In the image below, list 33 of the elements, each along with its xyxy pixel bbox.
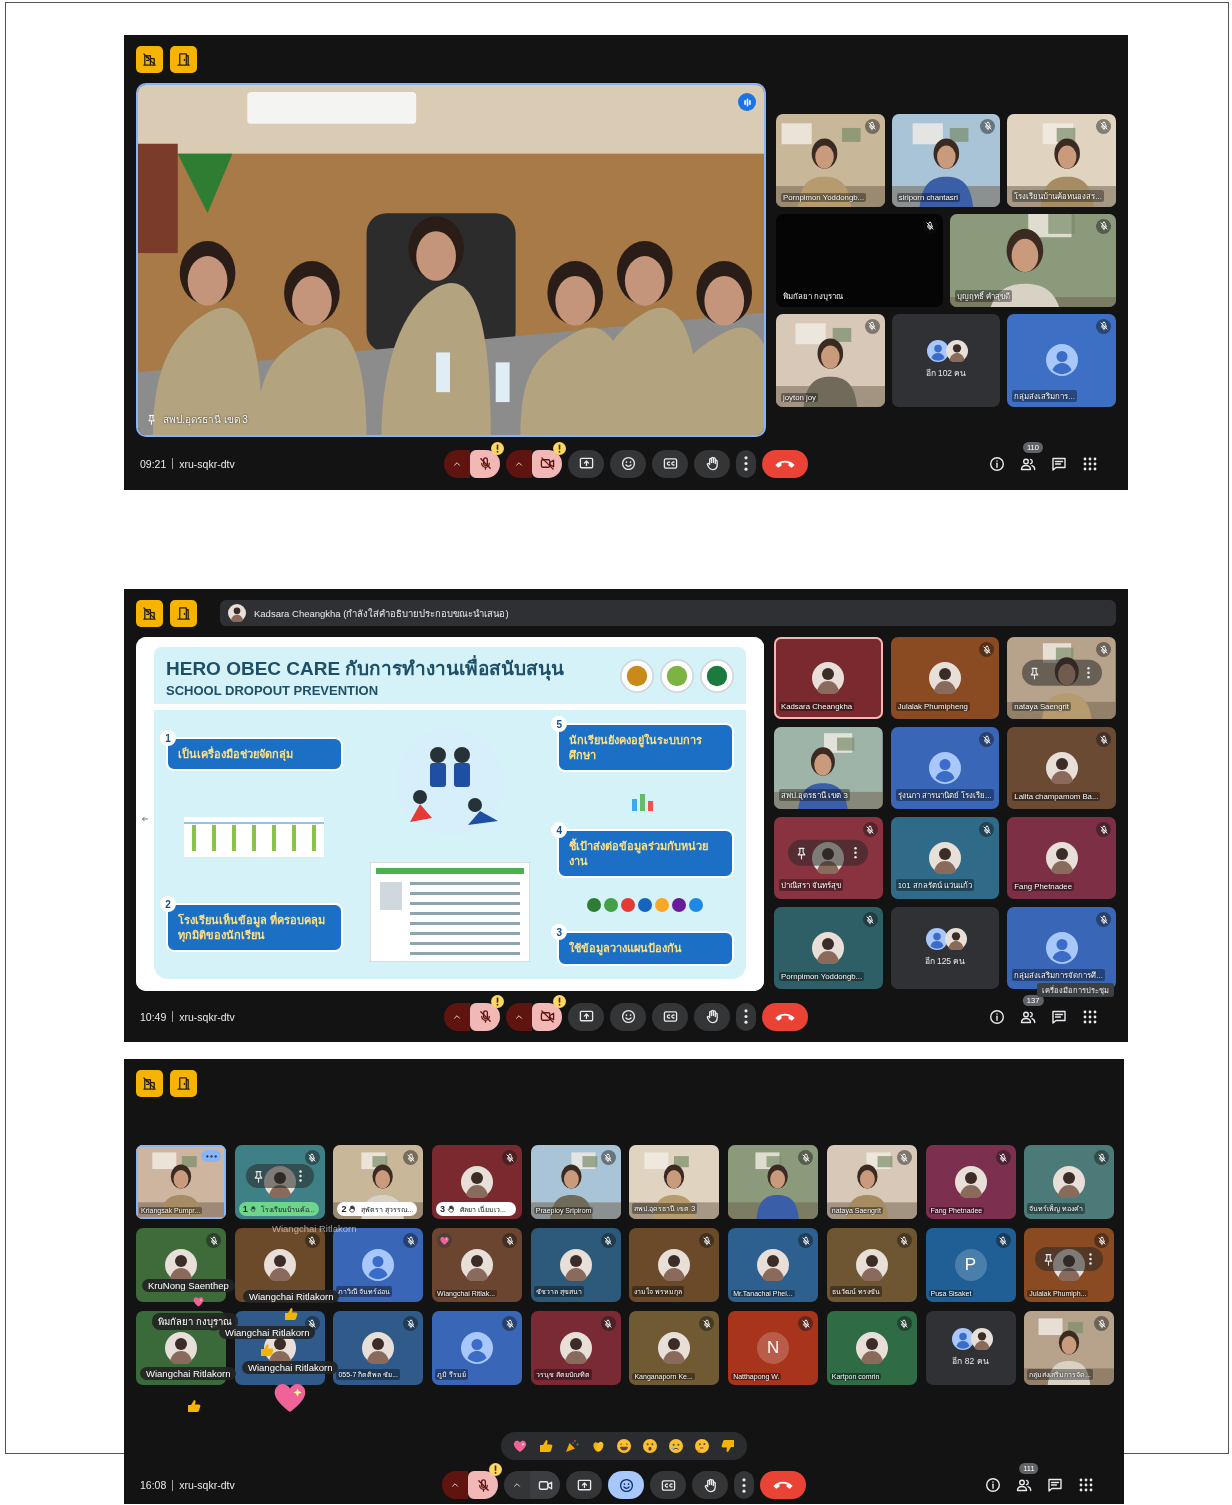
more-participants-label[interactable]: อีก 82 คน bbox=[952, 1354, 989, 1368]
slide-title: HERO OBEC CARE กับการทำงานเพื่อสนับสนุน bbox=[166, 653, 565, 683]
more-participants-label[interactable]: อีก 125 คน bbox=[924, 954, 966, 968]
avatar-letter: P bbox=[954, 1249, 987, 1281]
reaction-name-label: Wiangchai Ritlakorn bbox=[219, 1326, 316, 1339]
step-text: โรงเรียนเห็นข้อมูล ที่ครอบคลุม ทุกมิติของนักเรียน bbox=[178, 913, 327, 942]
avatar-letter: N bbox=[757, 1332, 790, 1364]
slide-subtitle: SCHOOL DROPOUT PREVENTION bbox=[166, 683, 380, 698]
step-number: 5 bbox=[551, 716, 568, 733]
queue-number: 3 bbox=[440, 1204, 446, 1214]
step-text: นักเรียนยังคงอยู่ในระบบการศึกษา bbox=[569, 733, 704, 762]
presenter-name: Kadsara Cheangkha (กำลังใส่คำอธิบายประกอบขณะนำเสนอ) bbox=[254, 606, 509, 621]
clock-time: 09:21 bbox=[140, 457, 167, 470]
queue-number: 2 bbox=[341, 1204, 347, 1214]
step-number: 1 bbox=[160, 730, 176, 746]
step-text: เป็นเครื่องมือช่วยจัดกลุ่ม bbox=[178, 747, 294, 762]
meeting-code: xru-sqkr-dtv bbox=[179, 1479, 235, 1491]
queue-number: 1 bbox=[242, 1204, 248, 1214]
meeting-code: xru-sqkr-dtv bbox=[179, 1010, 235, 1023]
participant-name: สพป.อุดรธานี เขต 3 bbox=[163, 413, 248, 427]
step-text: ชี้เป้าส่งต่อข้อมูลร่วมกับหน่วยงาน bbox=[569, 839, 710, 868]
step-number: 4 bbox=[551, 822, 568, 839]
step-text: ใช้ข้อมูลวางแผนป้องกัน bbox=[569, 941, 684, 956]
more-participants-label[interactable]: อีก 102 คน bbox=[925, 366, 967, 380]
clock-time: 16:08 bbox=[140, 1479, 167, 1491]
reaction-name-label: Wiangchai Ritlakorn bbox=[140, 1367, 237, 1380]
step-number: 3 bbox=[551, 924, 568, 941]
reaction-name-label: KruNong Saenthep bbox=[142, 1279, 235, 1292]
step-number: 2 bbox=[160, 896, 176, 913]
clock-time: 10:49 bbox=[140, 1010, 167, 1023]
reaction-name-label: พิมกัลยา กงบุราณ bbox=[152, 1313, 238, 1330]
meeting-code: xru-sqkr-dtv bbox=[179, 457, 235, 470]
reaction-name-label: Wiangchai Ritlakorn bbox=[242, 1361, 339, 1374]
